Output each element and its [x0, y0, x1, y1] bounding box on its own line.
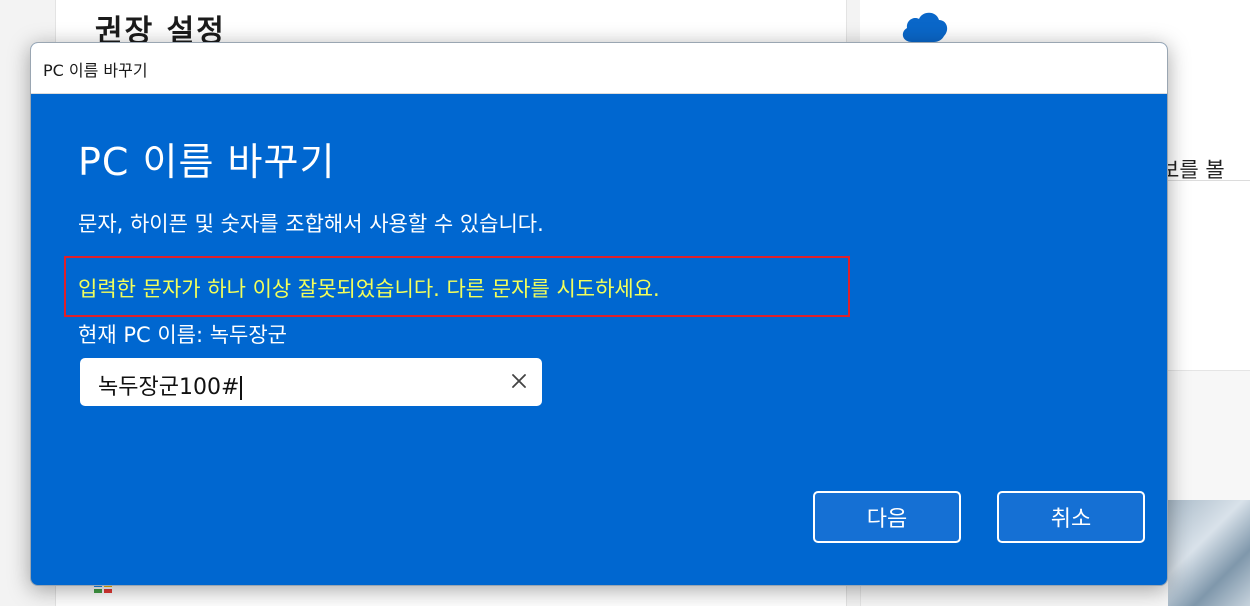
cancel-button[interactable]: 취소 [997, 491, 1145, 543]
dialog-heading: PC 이름 바꾸기 [78, 140, 336, 184]
current-pc-name-label: 현재 PC 이름: 녹두장군 [78, 323, 287, 347]
next-button[interactable]: 다음 [813, 491, 961, 543]
pc-name-input-value[interactable]: 녹두장군100# [98, 369, 243, 401]
error-message: 입력한 문자가 하나 이상 잘못되었습니다. 다른 문자를 시도하세요. [78, 277, 660, 301]
pc-name-input[interactable]: 녹두장군100# [80, 358, 542, 406]
divider [1168, 180, 1250, 181]
text-caret [240, 376, 243, 400]
dialog-window-title: PC 이름 바꾸기 [43, 61, 148, 80]
cloud-icon [902, 12, 948, 42]
rename-pc-dialog: PC 이름 바꾸기 PC 이름 바꾸기 문자, 하이픈 및 숫자를 조합해서 사… [30, 42, 1168, 586]
close-icon[interactable] [508, 370, 530, 392]
dialog-titlebar[interactable]: PC 이름 바꾸기 [31, 43, 1167, 94]
dialog-description: 문자, 하이픈 및 숫자를 조합해서 사용할 수 있습니다. [78, 212, 544, 236]
wallpaper-thumbnail [1168, 500, 1250, 606]
